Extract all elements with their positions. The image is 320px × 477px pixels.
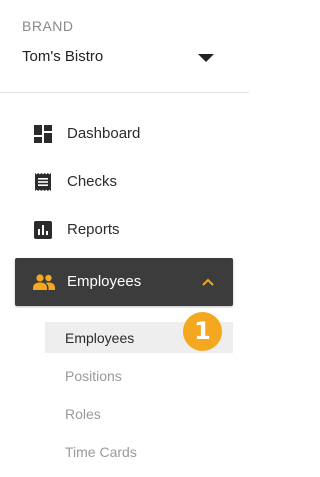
chevron-up-icon[interactable]: [201, 275, 215, 289]
sidebar-item-label: Dashboard: [67, 125, 141, 142]
submenu-item-time-cards[interactable]: Time Cards: [45, 436, 233, 467]
divider: [0, 92, 249, 93]
brand-selector[interactable]: Tom's Bistro: [0, 40, 249, 74]
dashboard-icon: [34, 125, 52, 143]
sidebar-item-checks[interactable]: Checks: [15, 158, 233, 206]
checks-icon: [35, 173, 51, 191]
step-number-badge: 1: [183, 312, 222, 351]
people-icon: [33, 274, 55, 290]
sidebar-item-dashboard[interactable]: Dashboard: [15, 110, 233, 158]
sidebar-item-label: Employees: [67, 273, 142, 290]
submenu-item-roles[interactable]: Roles: [45, 398, 233, 429]
sidebar-item-employees[interactable]: Employees: [15, 258, 233, 306]
submenu-item-label: Positions: [65, 368, 122, 384]
brand-label: BRAND: [22, 18, 74, 34]
sidebar-item-label: Checks: [67, 173, 118, 190]
sidebar-item-label: Reports: [67, 221, 120, 238]
caret-down-icon: [198, 54, 214, 62]
reports-icon: [34, 221, 52, 239]
submenu-item-label: Roles: [65, 406, 101, 422]
brand-selected-value: Tom's Bistro: [22, 48, 104, 65]
submenu-item-positions[interactable]: Positions: [45, 360, 233, 391]
submenu-item-label: Time Cards: [65, 444, 137, 460]
sidebar-item-reports[interactable]: Reports: [15, 206, 233, 254]
submenu-item-label: Employees: [65, 330, 135, 346]
